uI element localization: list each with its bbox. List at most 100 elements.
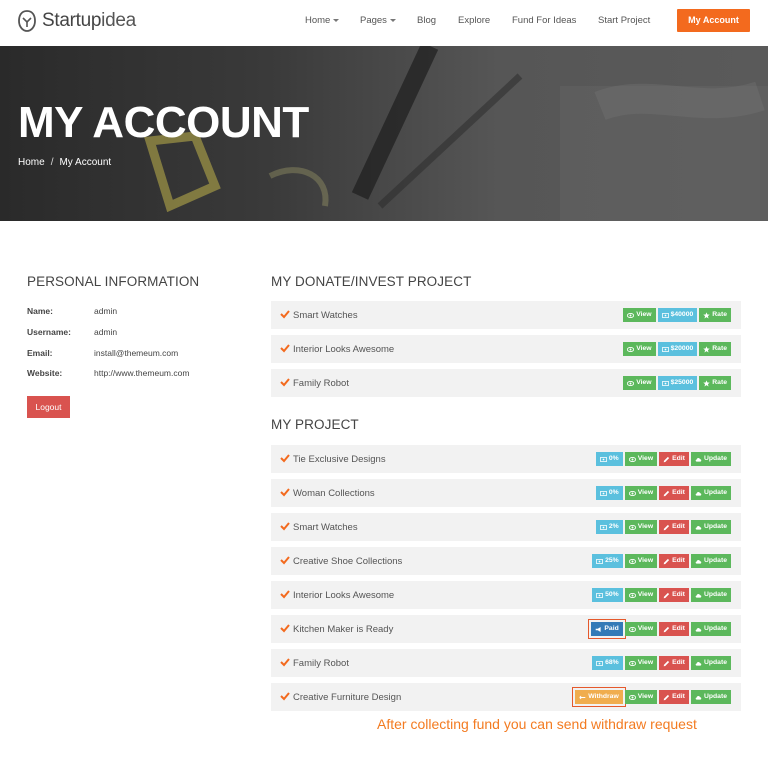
funded-percent-badge[interactable]: 0% — [595, 486, 623, 500]
project-name: Family Robot — [293, 378, 349, 389]
project-name: Woman Collections — [293, 488, 375, 499]
nav-item-home[interactable]: Home — [305, 15, 340, 26]
rate-button[interactable]: Rate — [699, 342, 731, 356]
edit-button[interactable]: Edit — [659, 520, 689, 534]
nav-item-start-project[interactable]: Start Project — [598, 15, 650, 26]
my-account-button[interactable]: My Account — [677, 9, 750, 32]
donate-row: Smart Watches View $40000 Rate — [271, 301, 741, 329]
view-button[interactable]: View — [624, 554, 658, 568]
view-button[interactable]: View — [624, 452, 658, 466]
cloud-upload-icon — [695, 695, 702, 700]
view-button[interactable]: View — [623, 342, 656, 356]
view-button[interactable]: View — [624, 690, 658, 704]
rate-button[interactable]: Rate — [699, 308, 731, 322]
cloud-upload-icon — [695, 593, 702, 598]
funded-percent-badge[interactable]: 2% — [595, 520, 623, 534]
edit-button[interactable]: Edit — [659, 690, 689, 704]
pencil-icon — [663, 592, 670, 598]
cloud-upload-icon — [695, 627, 702, 632]
pencil-icon — [663, 626, 670, 632]
funded-percent-badge[interactable]: 25% — [592, 554, 623, 568]
row-actions: Withdraw View Edit Update — [572, 687, 731, 707]
view-button[interactable]: View — [623, 308, 656, 322]
view-button[interactable]: View — [624, 486, 658, 500]
money-icon — [596, 592, 604, 598]
pencil-icon — [663, 558, 670, 564]
amount-badge[interactable]: $20000 — [657, 342, 698, 356]
row-actions: 68% View Edit Update — [592, 656, 731, 670]
funded-percent-badge[interactable]: 50% — [592, 588, 623, 602]
view-button[interactable]: View — [624, 622, 658, 636]
pencil-icon — [663, 456, 670, 462]
money-icon — [661, 380, 669, 386]
star-icon — [703, 345, 710, 352]
update-button[interactable]: Update — [690, 452, 731, 466]
view-button[interactable]: View — [624, 520, 658, 534]
paid-badge[interactable]: Paid — [588, 619, 626, 639]
brand-logo[interactable]: Startupidea — [17, 8, 136, 34]
eye-icon — [627, 312, 635, 318]
rate-button[interactable]: Rate — [699, 376, 731, 390]
edit-button[interactable]: Edit — [659, 554, 689, 568]
page-hero: MY ACCOUNT Home / My Account — [0, 46, 768, 221]
amount-badge[interactable]: $25000 — [657, 376, 698, 390]
view-button[interactable]: View — [624, 588, 658, 602]
row-actions: Paid View Edit Update — [588, 619, 731, 639]
edit-button[interactable]: Edit — [659, 486, 689, 500]
update-button[interactable]: Update — [690, 622, 731, 636]
money-icon — [599, 490, 607, 496]
project-name: Creative Furniture Design — [293, 692, 402, 703]
withdraw-icon — [579, 695, 586, 699]
edit-button[interactable]: Edit — [659, 656, 689, 670]
money-icon — [596, 558, 604, 564]
money-icon — [599, 456, 607, 462]
nav-item-fund-for-ideas[interactable]: Fund For Ideas — [512, 15, 576, 26]
top-navbar: Startupidea Home Pages Blog Explore Fund… — [0, 0, 768, 46]
breadcrumb-home[interactable]: Home — [18, 157, 45, 168]
funded-percent-badge[interactable]: 0% — [595, 452, 623, 466]
eye-icon — [627, 380, 635, 386]
eye-icon — [628, 626, 636, 632]
edit-button[interactable]: Edit — [659, 452, 689, 466]
pencil-icon — [663, 660, 670, 666]
check-icon — [280, 310, 290, 319]
check-icon — [280, 378, 290, 387]
update-button[interactable]: Update — [690, 656, 731, 670]
check-icon — [280, 488, 290, 497]
money-icon — [599, 524, 607, 530]
project-row: Woman Collections 0% View Edit Update — [271, 479, 741, 507]
edit-button[interactable]: Edit — [659, 588, 689, 602]
withdraw-button[interactable]: Withdraw — [572, 687, 626, 707]
logo-icon — [18, 10, 36, 32]
eye-icon — [627, 346, 635, 352]
update-button[interactable]: Update — [690, 588, 731, 602]
project-name: Interior Looks Awesome — [293, 344, 395, 355]
update-button[interactable]: Update — [690, 520, 731, 534]
amount-badge[interactable]: $40000 — [657, 308, 698, 322]
money-icon — [596, 660, 604, 666]
nav-item-pages[interactable]: Pages — [360, 15, 396, 26]
edit-button[interactable]: Edit — [659, 622, 689, 636]
view-button[interactable]: View — [623, 376, 656, 390]
row-actions: 50% View Edit Update — [592, 588, 731, 602]
nav-item-explore[interactable]: Explore — [458, 15, 490, 26]
pencil-icon — [663, 524, 670, 530]
project-name: Kitchen Maker is Ready — [293, 624, 394, 635]
view-button[interactable]: View — [624, 656, 658, 670]
project-name: Creative Shoe Collections — [293, 556, 403, 567]
brand-name: Startupidea — [42, 10, 136, 31]
funded-percent-badge[interactable]: 68% — [592, 656, 623, 670]
nav-item-blog[interactable]: Blog — [417, 15, 436, 26]
project-name: Family Robot — [293, 658, 349, 669]
star-icon — [703, 311, 710, 318]
donate-heading: MY DONATE/INVEST PROJECT — [271, 274, 472, 289]
breadcrumb-current: My Account — [59, 157, 112, 168]
page-title: MY ACCOUNT — [18, 98, 309, 147]
update-button[interactable]: Update — [690, 554, 731, 568]
money-icon — [661, 346, 669, 352]
row-actions: 2% View Edit Update — [595, 520, 731, 534]
logout-button[interactable]: Logout — [27, 396, 70, 418]
update-button[interactable]: Update — [690, 486, 731, 500]
update-button[interactable]: Update — [690, 690, 731, 704]
project-row: Creative Furniture Design Withdraw View Edi… — [271, 683, 741, 711]
